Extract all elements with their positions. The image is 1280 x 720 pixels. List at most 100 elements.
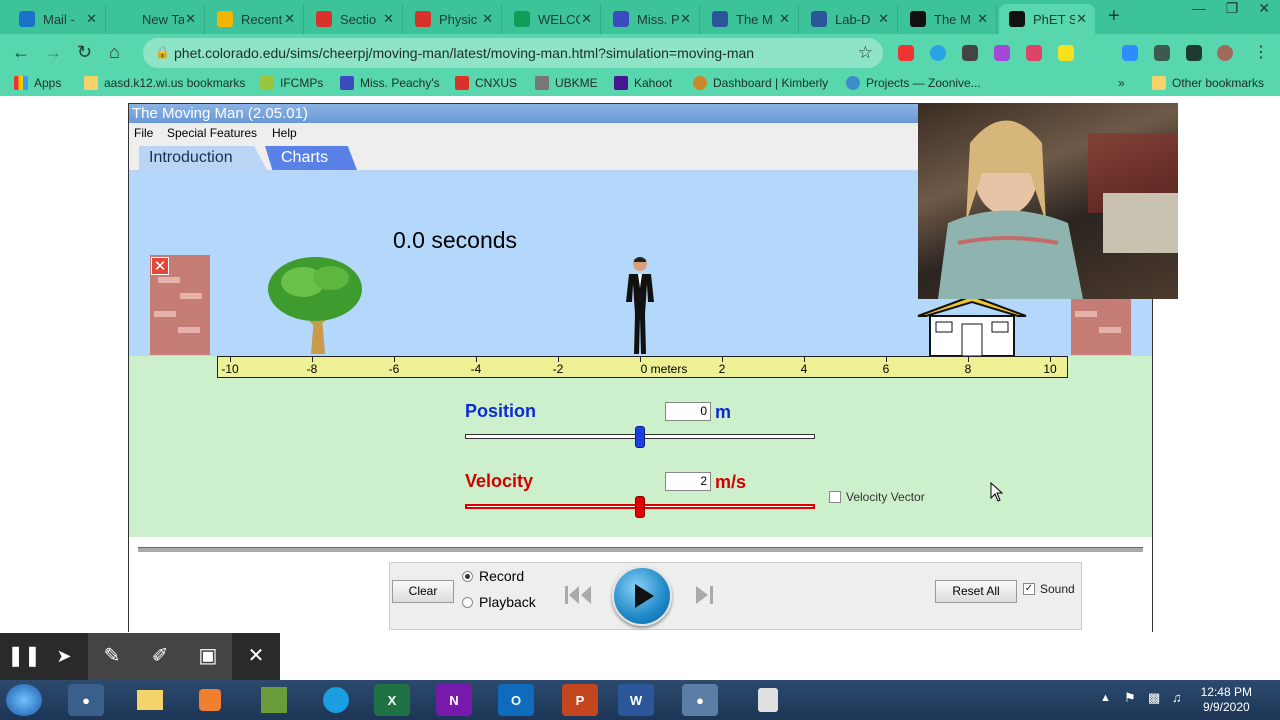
browser-tab[interactable]: The M ✕ bbox=[900, 4, 997, 34]
checkbox-box[interactable] bbox=[829, 491, 841, 503]
browser-tab[interactable]: Miss. P ✕ bbox=[603, 4, 700, 34]
browser-tab[interactable]: PhET S ✕ bbox=[999, 4, 1096, 34]
close-tab-icon[interactable]: ✕ bbox=[680, 11, 691, 27]
browser-tab[interactable]: Sectio ✕ bbox=[306, 4, 403, 34]
bookmark-item[interactable]: CNXUS bbox=[455, 76, 517, 90]
bookmark-folder[interactable]: aasd.k12.wi.us bookmarks bbox=[84, 76, 245, 90]
tray-arrow-icon[interactable]: ▲ bbox=[1100, 692, 1111, 704]
close-tab-icon[interactable]: ✕ bbox=[581, 11, 592, 27]
chrome-profile-taskbar-icon[interactable]: ● bbox=[682, 684, 718, 716]
file-explorer-icon[interactable] bbox=[132, 684, 168, 716]
close-tab-icon[interactable]: ✕ bbox=[1076, 11, 1087, 27]
restore-icon[interactable]: ❐ bbox=[1226, 0, 1239, 17]
pen-icon[interactable]: ✎ bbox=[88, 633, 136, 680]
bookmark-item[interactable]: Projects — Zoonive... bbox=[846, 76, 981, 90]
time-scrubber[interactable] bbox=[138, 547, 1143, 552]
extension-icon[interactable] bbox=[930, 45, 946, 61]
volume-icon[interactable]: ♫ bbox=[1172, 690, 1182, 705]
camera-icon[interactable]: ▣ bbox=[184, 633, 232, 680]
back-icon[interactable]: ← bbox=[12, 42, 30, 63]
close-tab-icon[interactable]: ✕ bbox=[482, 11, 493, 27]
zoom-extension-icon[interactable] bbox=[1122, 45, 1138, 61]
close-tab-icon[interactable]: ✕ bbox=[86, 11, 97, 27]
close-tab-icon[interactable]: ✕ bbox=[383, 11, 394, 27]
position-slider-handle[interactable] bbox=[635, 426, 645, 448]
highlighter-icon[interactable]: ✐ bbox=[136, 633, 184, 680]
reload-icon[interactable]: ↻ bbox=[77, 42, 92, 63]
bookmark-item[interactable]: Kahoot bbox=[614, 76, 672, 90]
browser-tab[interactable]: Recent ✕ bbox=[207, 4, 304, 34]
bookmark-item[interactable]: IFCMPs bbox=[260, 76, 323, 90]
browser-tab[interactable]: Lab-D ✕ bbox=[801, 4, 898, 34]
browser-tab[interactable]: New Tab✕ bbox=[108, 4, 205, 34]
tab-charts[interactable]: Charts bbox=[265, 146, 357, 170]
browser-tab[interactable]: Mail - ✕ bbox=[9, 4, 106, 34]
edge-icon[interactable] bbox=[318, 684, 354, 716]
tab-introduction[interactable]: Introduction bbox=[139, 146, 267, 170]
address-bar[interactable]: 🔒 phet.colorado.edu/sims/cheerpj/moving-… bbox=[143, 38, 883, 68]
position-slider[interactable] bbox=[465, 426, 815, 448]
playback-radio[interactable]: Playback bbox=[462, 594, 536, 610]
lock-icon[interactable]: 🔒 bbox=[155, 45, 170, 59]
close-tab-icon[interactable]: ✕ bbox=[878, 11, 889, 27]
home-icon[interactable]: ⌂ bbox=[109, 42, 120, 63]
word-icon[interactable]: W bbox=[618, 684, 654, 716]
other-bookmarks[interactable]: Other bookmarks bbox=[1152, 76, 1264, 90]
moving-man-figure[interactable] bbox=[619, 254, 661, 356]
chrome-menu-icon[interactable]: ⋮ bbox=[1253, 42, 1269, 62]
menu-special-features[interactable]: Special Features bbox=[167, 126, 257, 140]
excel-icon[interactable]: X bbox=[374, 684, 410, 716]
close-tab-icon[interactable]: ✕ bbox=[977, 11, 988, 27]
remove-wall-icon[interactable]: ✕ bbox=[151, 257, 169, 275]
extension-icon[interactable] bbox=[1058, 45, 1074, 61]
browser-tab[interactable]: The M ✕ bbox=[702, 4, 799, 34]
chrome-taskbar-icon[interactable]: ● bbox=[68, 684, 104, 716]
minecraft-icon[interactable] bbox=[256, 684, 292, 716]
velocity-slider-handle[interactable] bbox=[635, 496, 645, 518]
onenote-icon[interactable]: N bbox=[436, 684, 472, 716]
download-icon[interactable] bbox=[1154, 45, 1170, 61]
close-recorder-icon[interactable]: ✕ bbox=[232, 633, 280, 680]
pointer-icon[interactable]: ➤ bbox=[40, 633, 88, 680]
extension-icon[interactable] bbox=[1026, 45, 1042, 61]
position-value-field[interactable]: 0 bbox=[665, 402, 711, 421]
minimize-icon[interactable]: — bbox=[1192, 0, 1206, 17]
browser-tab[interactable]: WELCO✕ bbox=[504, 4, 601, 34]
close-tab-icon[interactable]: ✕ bbox=[284, 11, 295, 27]
clear-button[interactable]: Clear bbox=[392, 580, 454, 603]
extension-icon[interactable] bbox=[962, 45, 978, 61]
rewind-icon[interactable] bbox=[562, 583, 594, 607]
radio-off-icon[interactable] bbox=[462, 596, 473, 608]
close-tab-icon[interactable]: ✕ bbox=[185, 11, 196, 27]
velocity-value-field[interactable]: 2 bbox=[665, 472, 711, 491]
reset-all-button[interactable]: Reset All bbox=[935, 580, 1017, 603]
velocity-slider[interactable] bbox=[465, 496, 815, 518]
bookmark-item[interactable]: Miss. Peachy's bbox=[340, 76, 440, 90]
velocity-vector-checkbox[interactable]: Velocity Vector bbox=[829, 490, 925, 504]
system-clock[interactable]: 12:48 PM 9/9/2020 bbox=[1201, 685, 1252, 715]
forward-icon[interactable]: → bbox=[44, 42, 62, 63]
flag-icon[interactable]: ⚑ bbox=[1124, 690, 1136, 706]
new-tab-button[interactable]: + bbox=[1108, 5, 1120, 28]
extension-icon[interactable] bbox=[898, 45, 914, 61]
sound-checkbox[interactable]: ✓ Sound bbox=[1023, 582, 1075, 596]
bookmark-item[interactable]: Dashboard | Kimberly bbox=[693, 76, 828, 90]
bookmark-item[interactable]: UBKME bbox=[535, 76, 598, 90]
checkmark-icon[interactable]: ✓ bbox=[1023, 583, 1035, 595]
outlook-icon[interactable]: O bbox=[498, 684, 534, 716]
extension-icon[interactable] bbox=[994, 45, 1010, 61]
extensions-puzzle-icon[interactable] bbox=[1186, 45, 1202, 61]
browser-tab[interactable]: Physic ✕ bbox=[405, 4, 502, 34]
media-player-icon[interactable] bbox=[192, 684, 228, 716]
record-radio[interactable]: Record bbox=[462, 568, 524, 584]
close-window-icon[interactable]: ✕ bbox=[1258, 0, 1270, 17]
radio-on-icon[interactable] bbox=[462, 570, 473, 582]
network-icon[interactable]: ▩ bbox=[1148, 690, 1160, 706]
powerpoint-icon[interactable]: P bbox=[562, 684, 598, 716]
more-bookmarks-icon[interactable]: » bbox=[1118, 76, 1125, 90]
play-button[interactable] bbox=[612, 566, 672, 626]
bookmark-star-icon[interactable]: ☆ bbox=[858, 43, 873, 63]
close-tab-icon[interactable]: ✕ bbox=[779, 11, 790, 27]
bookmark-apps[interactable]: Apps bbox=[14, 76, 61, 90]
profile-avatar[interactable] bbox=[1217, 45, 1233, 61]
